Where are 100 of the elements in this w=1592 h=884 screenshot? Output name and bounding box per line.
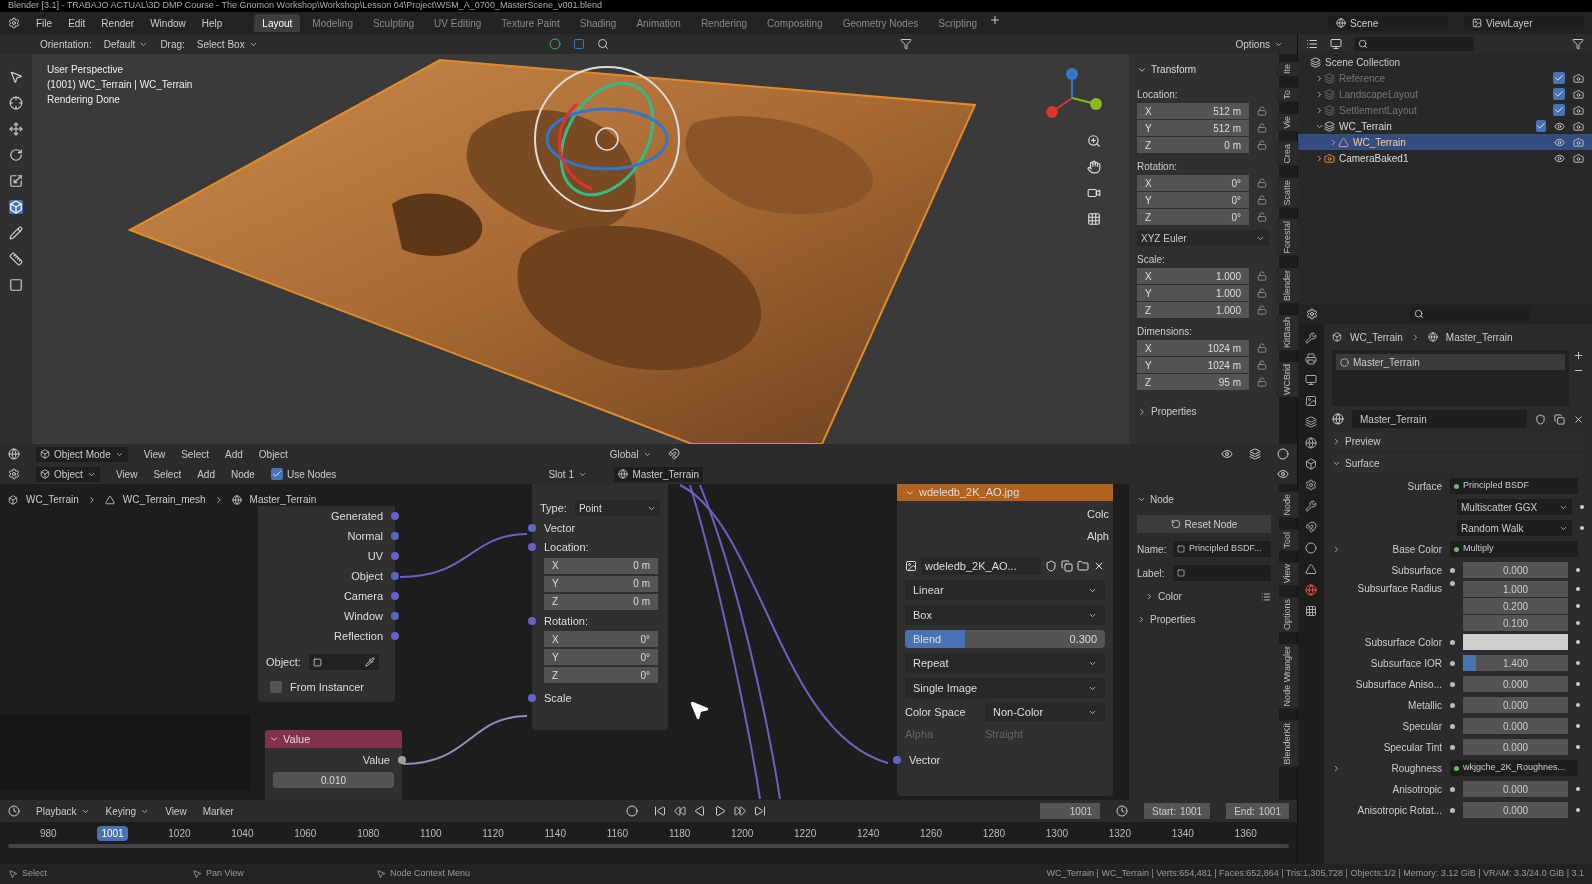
properties-tab-icon[interactable] bbox=[1305, 458, 1317, 470]
render-icon[interactable] bbox=[1573, 136, 1584, 148]
start-frame-field[interactable]: Start: 1001 bbox=[1144, 803, 1211, 819]
close-icon[interactable] bbox=[1573, 413, 1584, 425]
number-field[interactable]: Z 95 m bbox=[1137, 374, 1249, 390]
fake-user-icon[interactable] bbox=[1535, 413, 1546, 425]
socket-icon[interactable] bbox=[391, 532, 399, 540]
workspace-tab[interactable]: Scripting bbox=[930, 14, 986, 32]
tool-icon[interactable] bbox=[9, 252, 23, 266]
color-swatch[interactable] bbox=[1463, 634, 1568, 650]
socket-icon[interactable] bbox=[1450, 744, 1455, 750]
number-field[interactable]: 0.000 bbox=[1463, 802, 1568, 818]
number-field[interactable]: Z 1.000 bbox=[1137, 302, 1249, 318]
scene-field[interactable]: Scene bbox=[1328, 15, 1448, 31]
socket-icon[interactable] bbox=[1450, 581, 1455, 586]
properties-tab-icon[interactable] bbox=[1305, 353, 1317, 365]
visibility-icon[interactable] bbox=[1221, 448, 1233, 460]
keyframe-icon[interactable] bbox=[1576, 808, 1580, 812]
properties-tab-icon[interactable] bbox=[1305, 479, 1317, 491]
number-field[interactable]: 0.000 bbox=[1463, 739, 1568, 755]
socket-icon[interactable] bbox=[1450, 567, 1455, 573]
rotation-mode-dropdown[interactable]: XYZ Euler bbox=[1137, 230, 1269, 246]
rotate-gizmo-drawing[interactable] bbox=[532, 64, 682, 214]
current-frame-field[interactable]: 1001 bbox=[1040, 803, 1100, 819]
link-field[interactable]: wkjgche_2K_Roughnes... bbox=[1450, 760, 1578, 776]
interpolation-dropdown[interactable]: Linear bbox=[905, 580, 1105, 600]
sidebar-tab[interactable]: Scatte bbox=[1277, 177, 1299, 208]
panel-header[interactable]: Transform bbox=[1137, 58, 1271, 81]
orientation-dropdown[interactable]: Default bbox=[103, 36, 149, 52]
keyframe-icon[interactable] bbox=[1576, 621, 1580, 625]
record-icon[interactable] bbox=[625, 805, 638, 817]
editor-type-icon[interactable] bbox=[8, 468, 20, 480]
menu-item[interactable]: File bbox=[36, 15, 53, 31]
number-field[interactable]: 0.200 bbox=[1463, 598, 1568, 614]
socket-icon[interactable] bbox=[1450, 702, 1455, 708]
end-frame-field[interactable]: End: 1001 bbox=[1226, 803, 1289, 819]
type-dropdown[interactable]: Point bbox=[574, 500, 660, 517]
editor-type-icon[interactable] bbox=[8, 805, 20, 817]
workspace-tab[interactable]: Animation bbox=[628, 14, 689, 32]
filter-icon[interactable] bbox=[1572, 38, 1584, 50]
number-field[interactable]: X 0 m bbox=[544, 557, 658, 574]
sidebar-tab[interactable]: BlenderKit bbox=[1277, 720, 1299, 767]
checkbox[interactable] bbox=[270, 680, 282, 693]
copy-icon[interactable] bbox=[1554, 413, 1565, 425]
lock-icon[interactable] bbox=[1257, 305, 1267, 315]
search-icon[interactable] bbox=[596, 38, 609, 50]
workspace-tab[interactable]: Geometry Nodes bbox=[834, 14, 927, 32]
keyframe-icon[interactable] bbox=[1576, 661, 1580, 665]
number-field[interactable]: 0.000 bbox=[1463, 781, 1568, 797]
keyframe-icon[interactable] bbox=[1576, 587, 1580, 591]
number-field[interactable]: 0.010 bbox=[273, 772, 394, 788]
material-field[interactable]: Master_Terrain bbox=[1352, 410, 1527, 428]
tool-icon[interactable] bbox=[9, 122, 23, 136]
sidebar-tab[interactable]: Node Wrangler bbox=[1277, 644, 1299, 709]
socket-icon[interactable] bbox=[398, 756, 406, 764]
select-mode-icon[interactable] bbox=[572, 38, 585, 50]
label-field[interactable] bbox=[1173, 565, 1271, 581]
panel-header[interactable]: Properties bbox=[1137, 612, 1271, 627]
socket-icon[interactable] bbox=[1450, 681, 1455, 687]
overlay-icon[interactable] bbox=[1277, 468, 1289, 480]
number-field[interactable]: 0.000 bbox=[1463, 562, 1568, 578]
checkbox[interactable] bbox=[1553, 104, 1565, 116]
render-icon[interactable] bbox=[1573, 88, 1584, 100]
number-field[interactable]: 0.000 bbox=[1463, 697, 1568, 713]
hand-icon[interactable] bbox=[1087, 160, 1101, 174]
folder-icon[interactable] bbox=[1077, 560, 1089, 572]
drag-dropdown[interactable]: Select Box bbox=[196, 36, 258, 52]
properties-tab-icon[interactable] bbox=[1305, 416, 1317, 428]
lock-icon[interactable] bbox=[1257, 178, 1267, 188]
menu-item[interactable]: Edit bbox=[68, 15, 86, 31]
menu-item[interactable]: Object bbox=[258, 446, 288, 462]
menu-item[interactable]: View bbox=[165, 803, 187, 819]
extension-dropdown[interactable]: Repeat bbox=[905, 653, 1105, 673]
sidebar-tab[interactable]: Vie bbox=[1277, 113, 1299, 131]
properties-tab-icon[interactable] bbox=[1305, 395, 1317, 407]
editor-dropdown[interactable]: Object bbox=[36, 466, 100, 482]
prev-key-icon[interactable] bbox=[673, 805, 686, 817]
number-field[interactable]: Y 0° bbox=[1137, 192, 1249, 208]
socket-icon[interactable] bbox=[391, 512, 399, 520]
eye-icon[interactable] bbox=[1554, 120, 1565, 132]
workspace-tab[interactable]: Sculpting bbox=[364, 14, 423, 32]
options-dropdown[interactable]: Options bbox=[1235, 36, 1283, 52]
menu-item[interactable]: Node bbox=[231, 466, 255, 482]
menu-item[interactable]: View bbox=[115, 466, 138, 482]
number-field[interactable]: Y 1.000 bbox=[1137, 285, 1249, 301]
jump-start-icon[interactable] bbox=[653, 805, 666, 817]
number-field[interactable]: X 1.000 bbox=[1137, 268, 1249, 284]
tool-icon[interactable] bbox=[9, 148, 23, 162]
material-field[interactable]: Master_Terrain bbox=[614, 466, 704, 482]
lock-icon[interactable] bbox=[1257, 377, 1267, 387]
blend-slider[interactable]: Blend 0.300 bbox=[905, 630, 1105, 648]
material-slot[interactable]: Master_Terrain bbox=[1336, 354, 1565, 370]
workspace-tab[interactable]: Modeling bbox=[304, 14, 361, 32]
keyframe-icon[interactable] bbox=[1576, 745, 1580, 749]
lock-icon[interactable] bbox=[1257, 195, 1267, 205]
keyframe-icon[interactable] bbox=[1576, 787, 1580, 791]
play-icon[interactable] bbox=[713, 805, 726, 817]
checkbox[interactable] bbox=[270, 468, 283, 480]
close-icon[interactable] bbox=[1093, 560, 1105, 572]
eye-icon[interactable] bbox=[1554, 152, 1565, 164]
